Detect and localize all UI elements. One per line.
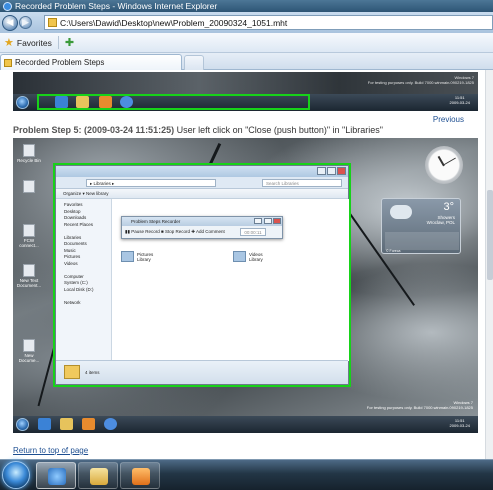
taskbar-ie-button[interactable] <box>36 462 76 489</box>
ie-icon <box>48 468 66 485</box>
weather-condition: Showers Wroclaw, POL <box>426 215 455 225</box>
tray-clock: 11:51 2009-03-24 <box>449 418 470 428</box>
desktop-icon: New Text Document... <box>16 264 42 288</box>
scrollbar-thumb[interactable] <box>487 190 493 280</box>
favorites-star-icon: ★ <box>4 37 14 49</box>
taskbar-explorer-button[interactable] <box>78 462 118 489</box>
tab-recorded-problem-steps[interactable]: Recorded Problem Steps <box>0 54 182 70</box>
weather-forecast <box>385 232 459 250</box>
file-icon <box>23 339 35 352</box>
help-icon <box>104 418 117 430</box>
page-icon <box>48 18 57 27</box>
start-orb-icon <box>16 418 29 431</box>
previous-link[interactable]: Previous <box>433 115 464 124</box>
new-tab-button[interactable] <box>184 55 204 70</box>
step-description: User left click on "Close (push button)"… <box>176 125 383 135</box>
desktop-icon: FCW connect... <box>16 224 42 248</box>
address-field[interactable]: C:\Users\Dawid\Desktop\new\Problem_20090… <box>44 15 493 30</box>
clock-gadget <box>425 146 463 184</box>
forward-button[interactable]: ▶ <box>19 16 32 29</box>
desktop-icon: New Docume... <box>16 339 42 363</box>
folder-icon <box>60 418 73 430</box>
cloud-icon <box>390 205 412 219</box>
highlight-box <box>53 163 351 387</box>
file-icon <box>23 264 35 277</box>
start-orb-icon <box>16 96 29 109</box>
screenshot-taskbar: 11:51 2009-03-24 <box>13 416 478 433</box>
highlight-box <box>37 94 310 110</box>
file-icon <box>23 180 35 193</box>
step-title: Problem Step 5: (2009-03-24 11:51:25) Us… <box>13 125 383 135</box>
start-button[interactable] <box>2 461 30 489</box>
back-button[interactable]: ◀ <box>2 14 18 31</box>
tab-label: Recorded Problem Steps <box>15 58 105 67</box>
step-screenshot-small: Windows 7 For testing purposes only. Buil… <box>13 72 478 111</box>
page-content: Windows 7 For testing purposes only. Buil… <box>0 70 493 459</box>
window-title: Recorded Problem Steps - Windows Interne… <box>15 1 218 11</box>
desktop-icon: Recycle Bin <box>16 144 42 163</box>
favorites-button[interactable]: Favorites <box>17 38 52 48</box>
folder-icon <box>90 468 108 485</box>
tab-bar: Recorded Problem Steps <box>0 53 493 70</box>
divider <box>57 36 59 49</box>
taskbar-media-player-button[interactable] <box>120 462 160 489</box>
vertical-scrollbar[interactable] <box>485 70 493 459</box>
address-url: C:\Users\Dawid\Desktop\new\Problem_20090… <box>60 17 288 28</box>
return-to-top-link[interactable]: Return to top of page <box>13 446 88 455</box>
weather-source: © Foreca <box>386 249 401 253</box>
windows-taskbar <box>0 459 493 490</box>
favorites-bar: ★ Favorites ✚ <box>0 33 493 53</box>
page-icon <box>4 58 12 67</box>
step-screenshot: Recycle Bin FCW connect... New Text Docu… <box>13 138 478 433</box>
recycle-bin-icon <box>23 144 35 157</box>
media-player-icon <box>132 468 150 485</box>
step-heading: Problem Step 5: (2009-03-24 11:51:25) <box>13 125 175 135</box>
ie-logo-icon <box>3 1 12 11</box>
weather-temp: 3° <box>443 201 454 213</box>
weather-gadget: 3° Showers Wroclaw, POL © Foreca <box>381 198 461 254</box>
clock-minute-hand <box>443 157 456 166</box>
window-title-bar: Recorded Problem Steps - Windows Interne… <box>0 0 493 12</box>
desktop-icon <box>16 180 42 194</box>
watermark-text: Windows 7 For testing purposes only. Buil… <box>366 400 473 410</box>
add-to-favorites-icon[interactable]: ✚ <box>65 36 74 49</box>
media-player-icon <box>82 418 95 430</box>
address-toolbar: ◀ ▶ C:\Users\Dawid\Desktop\new\Problem_2… <box>0 12 493 33</box>
tray-clock: 11:51 2009-03-24 <box>449 95 470 105</box>
ie-icon <box>38 418 51 430</box>
watermark-text: Windows 7 For testing purposes only. Buil… <box>367 75 474 85</box>
file-icon <box>23 224 35 237</box>
